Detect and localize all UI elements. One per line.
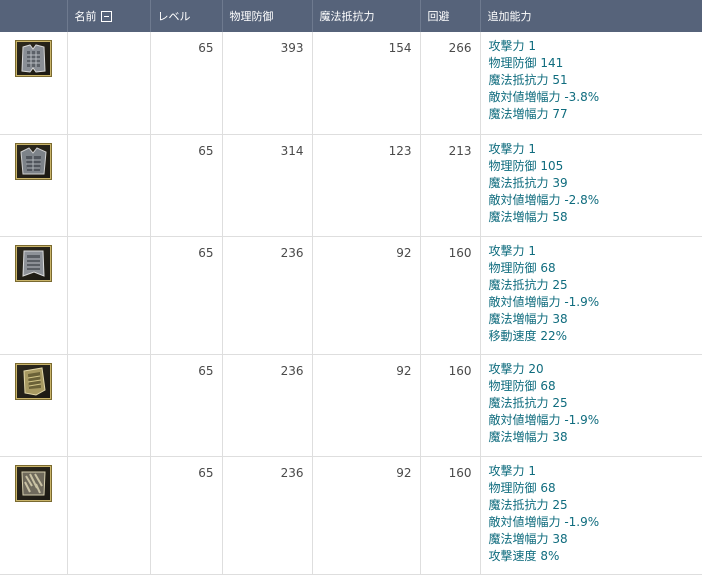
evasion-cell: 160 (420, 236, 481, 355)
table-row: 65 393 154 266 攻撃力 1 物理防御 141 魔法抵抗力 51 敵… (0, 32, 702, 135)
stat-line: 敵対値増幅力 -1.9% (488, 412, 600, 427)
level-cell: 65 (150, 236, 223, 355)
stat-line: 攻撃力 20 (488, 361, 544, 376)
header-icon (0, 0, 68, 32)
table-body: 65 393 154 266 攻撃力 1 物理防御 141 魔法抵抗力 51 敵… (0, 32, 702, 575)
phys-def-cell: 393 (222, 32, 313, 135)
mag-res-cell: 92 (312, 354, 421, 457)
table-row: 65 236 92 160 攻撃力 1 物理防御 68 魔法抵抗力 25 敵対値… (0, 236, 702, 355)
header-phys-def[interactable]: 物理防御 (222, 0, 313, 32)
icon-cell (0, 32, 68, 135)
evasion-cell: 160 (420, 354, 481, 457)
stat-line: 敵対値増幅力 -2.8% (488, 192, 600, 207)
stat-line: 攻撃力 1 (488, 39, 536, 53)
stat-line: 物理防御 68 (488, 260, 556, 275)
mag-res-cell: 154 (312, 32, 421, 135)
mag-res-cell: 92 (312, 456, 421, 575)
mag-res-cell: 123 (312, 134, 421, 237)
mag-res-cell: 92 (312, 236, 421, 355)
armor-icon[interactable] (14, 244, 52, 282)
name-cell (67, 236, 151, 355)
phys-def-cell: 314 (222, 134, 313, 237)
item-table: 名前 レベル 物理防御 魔法抵抗力 回避 追加能力 65 393 154 266… (0, 0, 702, 575)
table-row: 65 236 92 160 攻撃力 1 物理防御 68 魔法抵抗力 25 敵対値… (0, 456, 702, 575)
header-extra[interactable]: 追加能力 (480, 0, 702, 32)
phys-def-cell: 236 (222, 354, 313, 457)
stat-line: 敵対値増幅力 -1.9% (488, 294, 600, 309)
stat-line: 魔法抵抗力 25 (488, 395, 568, 410)
name-cell (67, 134, 151, 237)
stat-line: 魔法増幅力 58 (488, 209, 568, 224)
table-header: 名前 レベル 物理防御 魔法抵抗力 回避 追加能力 (0, 0, 702, 32)
armor-icon[interactable] (14, 362, 52, 400)
name-cell (67, 354, 151, 457)
armor-icon[interactable] (14, 464, 52, 502)
phys-def-cell: 236 (222, 236, 313, 355)
stat-line: 攻撃速度 8% (488, 548, 560, 563)
name-cell (67, 32, 151, 135)
icon-cell (0, 354, 68, 457)
extra-cell: 攻撃力 1 物理防御 105 魔法抵抗力 39 敵対値増幅力 -2.8% 魔法増… (480, 134, 702, 237)
stat-line: 攻撃力 1 (488, 243, 536, 258)
stat-line: 魔法抵抗力 51 (488, 73, 568, 87)
extra-cell: 攻撃力 1 物理防御 68 魔法抵抗力 25 敵対値増幅力 -1.9% 魔法増幅… (480, 236, 702, 355)
name-cell (67, 456, 151, 575)
level-cell: 65 (150, 134, 223, 237)
stat-line: 敵対値増幅力 -3.8% (488, 90, 600, 104)
stat-line: 物理防御 68 (488, 480, 556, 495)
header-name[interactable]: 名前 (67, 0, 151, 32)
stat-line: 魔法増幅力 38 (488, 531, 568, 546)
header-name-label: 名前 (74, 10, 97, 23)
stat-line: 物理防御 105 (488, 158, 564, 173)
stat-line: 物理防御 68 (488, 378, 556, 393)
header-evasion[interactable]: 回避 (420, 0, 481, 32)
stat-line: 魔法増幅力 38 (488, 311, 568, 326)
stat-line: 魔法抵抗力 25 (488, 277, 568, 292)
phys-def-cell: 236 (222, 456, 313, 575)
stat-line: 魔法増幅力 77 (488, 107, 568, 121)
header-level[interactable]: レベル (150, 0, 223, 32)
stat-line: 攻撃力 1 (488, 141, 536, 156)
stat-line: 敵対値増幅力 -1.9% (488, 514, 600, 529)
icon-cell (0, 456, 68, 575)
level-cell: 65 (150, 354, 223, 457)
table-row: 65 236 92 160 攻撃力 20 物理防御 68 魔法抵抗力 25 敵対… (0, 354, 702, 457)
armor-icon[interactable] (14, 40, 52, 77)
extra-cell: 攻撃力 20 物理防御 68 魔法抵抗力 25 敵対値増幅力 -1.9% 魔法増… (480, 354, 702, 457)
table-row: 65 314 123 213 攻撃力 1 物理防御 105 魔法抵抗力 39 敵… (0, 134, 702, 237)
extra-cell: 攻撃力 1 物理防御 68 魔法抵抗力 25 敵対値増幅力 -1.9% 魔法増幅… (480, 456, 702, 575)
icon-cell (0, 236, 68, 355)
evasion-cell: 266 (420, 32, 481, 135)
evasion-cell: 213 (420, 134, 481, 237)
stat-line: 魔法抵抗力 39 (488, 175, 568, 190)
evasion-cell: 160 (420, 456, 481, 575)
collapse-toggle-icon[interactable] (100, 11, 112, 22)
stat-line: 魔法増幅力 38 (488, 429, 568, 444)
level-cell: 65 (150, 456, 223, 575)
stat-line: 攻撃力 1 (488, 463, 536, 478)
header-mag-res[interactable]: 魔法抵抗力 (312, 0, 421, 32)
stat-line: 移動速度 22% (488, 328, 568, 343)
level-cell: 65 (150, 32, 223, 135)
icon-cell (0, 134, 68, 237)
stat-line: 物理防御 141 (488, 56, 564, 70)
extra-cell: 攻撃力 1 物理防御 141 魔法抵抗力 51 敵対値増幅力 -3.8% 魔法増… (480, 32, 702, 135)
armor-icon[interactable] (14, 142, 52, 180)
stat-line: 魔法抵抗力 25 (488, 497, 568, 512)
